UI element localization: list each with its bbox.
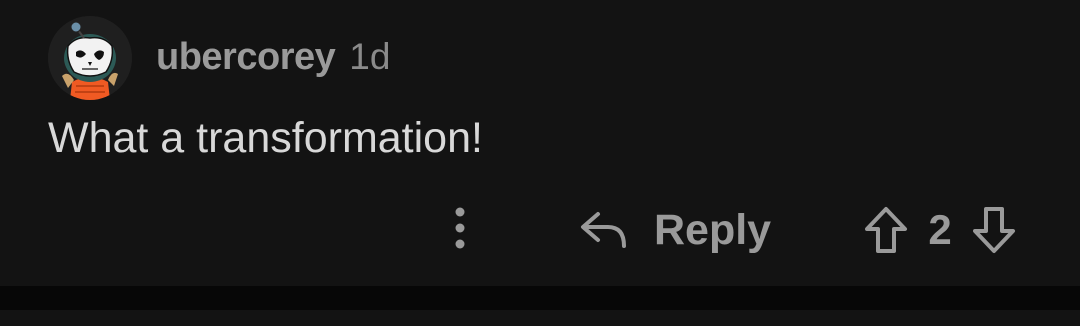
user-avatar[interactable] — [48, 16, 132, 100]
comment-divider — [0, 286, 1080, 310]
comment-age: 1d — [349, 36, 391, 77]
upvote-button[interactable] — [860, 202, 912, 258]
upvote-arrow-icon — [865, 207, 907, 253]
downvote-button[interactable] — [968, 202, 1020, 258]
reply-arrow-icon — [581, 212, 626, 248]
reply-button[interactable]: Reply — [578, 200, 771, 260]
vote-score: 2 — [928, 206, 952, 253]
username-link[interactable]: ubercorey — [156, 36, 336, 79]
vote-controls: 2 — [860, 200, 1020, 260]
next-comment-area — [0, 310, 1080, 326]
comment-header: ubercorey 1d — [156, 36, 390, 82]
snoo-avatar-icon — [48, 16, 132, 100]
reply-label: Reply — [654, 205, 772, 254]
comment-body: What a transformation! — [48, 114, 483, 162]
more-options-button[interactable] — [440, 204, 480, 252]
downvote-arrow-icon — [973, 207, 1015, 253]
more-vertical-icon — [455, 207, 465, 249]
comment-card: ubercorey 1d What a transformation! Repl… — [0, 0, 1080, 286]
